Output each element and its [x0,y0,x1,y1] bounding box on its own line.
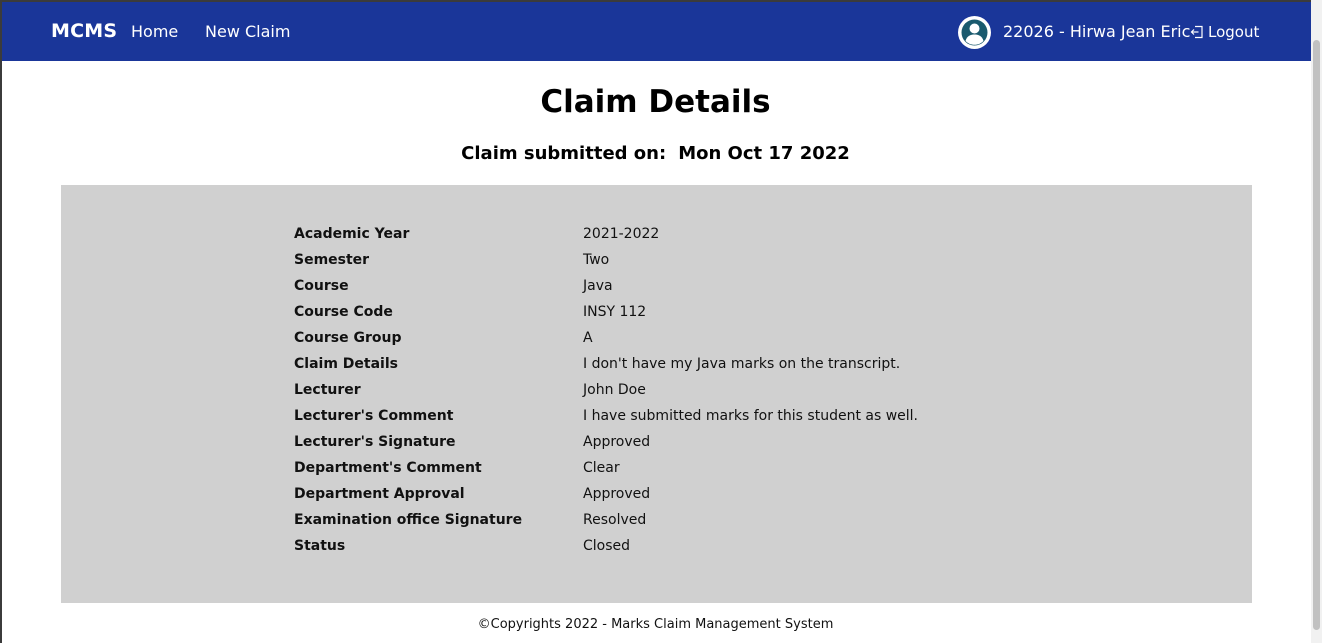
detail-label: Semester [294,252,370,268]
detail-value: Java [583,278,613,294]
detail-label: Status [294,538,346,554]
logout-icon [1190,25,1203,39]
detail-value: Clear [583,460,620,476]
detail-row: Examination office Signature Resolved [294,507,1083,533]
detail-row: Lecturer's Comment I have submitted marks… [294,403,1083,429]
detail-label: Course Group [294,330,402,346]
user-name[interactable]: 22026 - Hirwa Jean Eric [1003,22,1190,41]
detail-value: I have submitted marks for this student … [583,408,918,424]
detail-value: INSY 112 [583,304,647,320]
page-scrollbar[interactable] [1311,0,1322,643]
detail-row: Department's Comment Clear [294,455,1083,481]
detail-value: Resolved [583,512,647,528]
detail-label: Examination office Signature [294,512,523,528]
nav-home-link[interactable]: Home [131,22,178,41]
detail-row: Department Approval Approved [294,481,1083,507]
detail-value: I don't have my Java marks on the transc… [583,356,901,372]
detail-row: Course Group A [294,325,1083,351]
detail-row: Course Code INSY 112 [294,299,1083,325]
submitted-info: Claim submitted on: Mon Oct 17 2022 [0,143,1311,164]
detail-value: Approved [583,486,651,502]
detail-label: Lecturer [294,382,361,398]
brand-logo[interactable]: MCMS [51,20,117,42]
page-frame: MCMS Home New Claim 22026 - Hirwa Jean E… [0,0,1322,643]
claim-details-panel: Academic Year 2021-2022 Semester Two Course J… [61,185,1252,603]
detail-value: John Doe [583,382,646,398]
detail-row: Academic Year 2021-2022 [294,221,1083,247]
footer: ©Copyrights 2022 - Marks Claim Managemen… [477,617,834,632]
claim-details-table: Academic Year 2021-2022 Semester Two Course J… [294,221,1083,559]
navbar: MCMS Home New Claim 22026 - Hirwa Jean E… [2,2,1311,61]
detail-label: Course Code [294,304,393,320]
page-title: Claim Details [540,84,771,120]
logout-label: Logout [1208,23,1260,41]
detail-row: Course Java [294,273,1083,299]
detail-label: Claim Details [294,356,398,372]
detail-label: Lecturer's Signature [294,434,456,450]
logout-button[interactable]: Logout [1190,23,1259,41]
detail-value: Approved [583,434,651,450]
user-avatar-icon[interactable] [958,16,991,49]
detail-label: Lecturer's Comment [294,408,454,424]
scrollbar-thumb[interactable] [1313,40,1320,630]
detail-value: Closed [583,538,631,554]
detail-value: Two [583,252,610,268]
detail-label: Department's Comment [294,460,482,476]
submitted-label: Claim submitted on: [461,143,667,164]
detail-value: A [583,330,593,346]
nav-new-claim-link[interactable]: New Claim [205,22,290,41]
submitted-date: Mon Oct 17 2022 [678,143,850,164]
detail-row: Status Closed [294,533,1083,559]
detail-row: Lecturer John Doe [294,377,1083,403]
detail-row: Lecturer's Signature Approved [294,429,1083,455]
detail-row: Semester Two [294,247,1083,273]
user-circle-icon [959,17,990,48]
detail-label: Academic Year [294,226,410,242]
detail-label: Course [294,278,349,294]
detail-value: 2021-2022 [583,226,660,242]
detail-label: Department Approval [294,486,465,502]
detail-row: Claim Details I don't have my Java marks … [294,351,1083,377]
